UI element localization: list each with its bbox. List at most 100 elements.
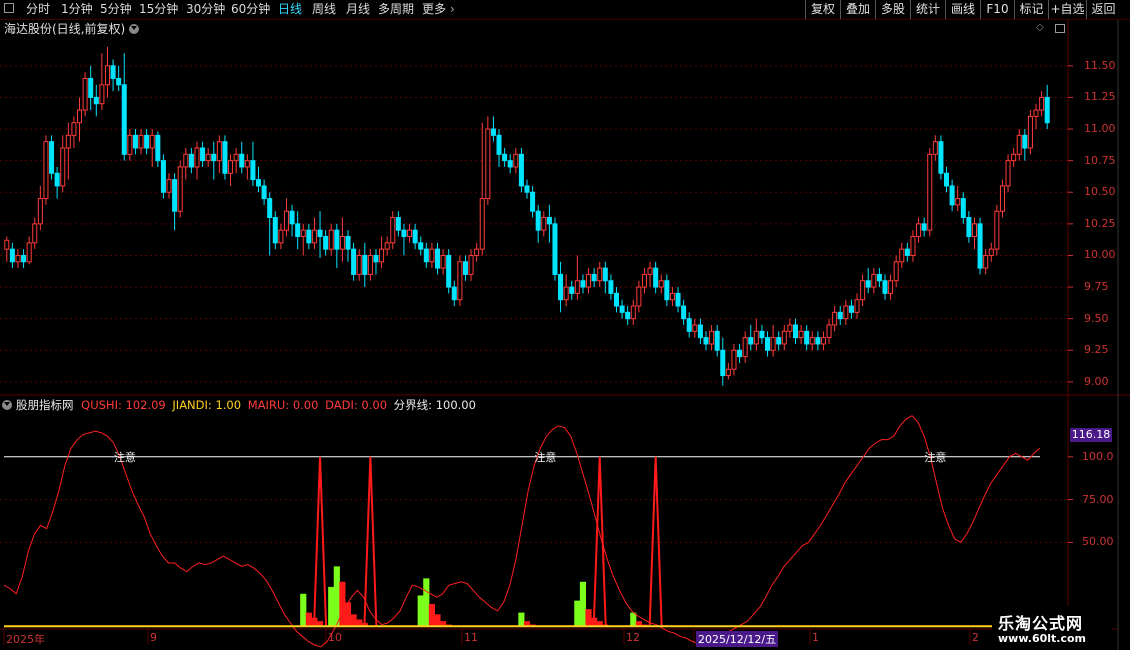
candle-up bbox=[300, 229, 306, 237]
candle-up bbox=[893, 261, 899, 282]
candle-down bbox=[558, 273, 564, 301]
red-bar bbox=[305, 612, 312, 627]
candle-up bbox=[82, 77, 88, 111]
candle-down bbox=[295, 223, 301, 237]
candle-up bbox=[725, 368, 731, 377]
candle-up bbox=[647, 267, 653, 275]
candle-down bbox=[160, 160, 166, 193]
candle-up bbox=[177, 166, 183, 212]
candle-down bbox=[21, 254, 27, 263]
candle-up bbox=[283, 210, 289, 231]
candle-up bbox=[809, 337, 815, 345]
candle-up bbox=[43, 141, 49, 200]
candle-down bbox=[552, 223, 558, 275]
candle-up bbox=[910, 235, 916, 256]
candle-down bbox=[681, 305, 687, 320]
candle-up bbox=[228, 160, 234, 174]
x-axis-label: 2025年 bbox=[6, 633, 45, 646]
candle-down bbox=[602, 267, 608, 282]
candle-down bbox=[876, 273, 882, 282]
spike-line bbox=[313, 456, 328, 627]
candle-down bbox=[255, 179, 262, 187]
candle-down bbox=[54, 172, 60, 187]
spike-line bbox=[592, 456, 607, 627]
candle-up bbox=[541, 217, 547, 231]
candle-up bbox=[60, 147, 66, 187]
candle-down bbox=[1022, 134, 1028, 149]
candle-up bbox=[356, 254, 362, 275]
candle-up bbox=[166, 179, 172, 193]
candle-down bbox=[502, 153, 508, 162]
candle-down bbox=[490, 128, 496, 136]
candle-up bbox=[988, 248, 994, 256]
candle-up bbox=[770, 337, 776, 351]
candle-up bbox=[1027, 115, 1033, 149]
candle-up bbox=[692, 324, 698, 332]
candle-up bbox=[104, 65, 110, 86]
candle-up bbox=[440, 254, 446, 269]
candle-up bbox=[513, 153, 519, 168]
candle-up bbox=[127, 134, 133, 155]
candle-up bbox=[843, 305, 849, 320]
candle-down bbox=[261, 185, 267, 200]
candle-up bbox=[1039, 96, 1045, 111]
candle-down bbox=[686, 318, 692, 332]
candle-down bbox=[804, 330, 810, 345]
x-axis-label: 10 bbox=[328, 631, 342, 644]
price-tick-label: 10.50 bbox=[1084, 185, 1116, 199]
candle-down bbox=[608, 280, 614, 294]
x-axis-label: 12 bbox=[626, 631, 640, 644]
price-tick-label: 10.25 bbox=[1084, 216, 1116, 230]
candle-down bbox=[418, 242, 424, 250]
green-bar bbox=[579, 581, 587, 627]
price-tick-label: 11.25 bbox=[1084, 90, 1116, 104]
red-bar bbox=[356, 619, 363, 627]
green-bar bbox=[417, 595, 424, 627]
candle-up bbox=[1005, 160, 1011, 187]
candle-up bbox=[216, 141, 222, 162]
candle-up bbox=[1011, 153, 1017, 162]
candle-up bbox=[658, 280, 664, 288]
watermark-logo: 乐淘公式网 www.60lt.com bbox=[992, 606, 1112, 650]
candle-up bbox=[149, 134, 155, 149]
candle-up bbox=[138, 134, 144, 149]
cursor-date-label: 2025/12/12/五 bbox=[696, 631, 779, 647]
candle-down bbox=[188, 153, 194, 168]
candle-up bbox=[669, 292, 675, 301]
candle-up bbox=[820, 337, 826, 345]
candle-down bbox=[535, 210, 541, 231]
candle-down bbox=[507, 160, 513, 168]
candle-down bbox=[848, 305, 854, 313]
candle-down bbox=[395, 217, 401, 231]
x-axis-label: 1 bbox=[812, 631, 819, 644]
candle-up bbox=[826, 324, 832, 339]
candle-down bbox=[653, 267, 659, 288]
candle-up bbox=[278, 229, 284, 244]
candle-down bbox=[172, 179, 178, 212]
price-tick-label: 9.50 bbox=[1084, 311, 1109, 325]
candle-up bbox=[999, 185, 1005, 212]
jiandi-label: JIANDI: bbox=[172, 398, 212, 412]
candle-down bbox=[748, 337, 754, 345]
candle-down bbox=[289, 210, 295, 225]
x-axis-label: 9 bbox=[150, 631, 157, 644]
candle-down bbox=[239, 153, 245, 168]
jiandi-value: 1.00 bbox=[215, 398, 242, 412]
candle-down bbox=[944, 172, 950, 187]
dropdown-circle-icon[interactable] bbox=[2, 400, 12, 410]
candle-up bbox=[205, 153, 211, 162]
candle-down bbox=[675, 292, 681, 307]
candle-up bbox=[586, 273, 592, 288]
candle-down bbox=[121, 84, 127, 155]
candle-down bbox=[546, 217, 552, 225]
candle-up bbox=[731, 349, 737, 370]
candle-up bbox=[429, 248, 435, 263]
candle-up bbox=[854, 299, 860, 313]
main-chart-svg bbox=[0, 20, 1130, 650]
candle-up bbox=[871, 273, 877, 288]
candle-down bbox=[904, 248, 910, 256]
candle-down bbox=[423, 248, 429, 263]
candle-up bbox=[379, 248, 385, 263]
mairu-value: 0.00 bbox=[292, 398, 319, 412]
candle-down bbox=[334, 229, 340, 250]
